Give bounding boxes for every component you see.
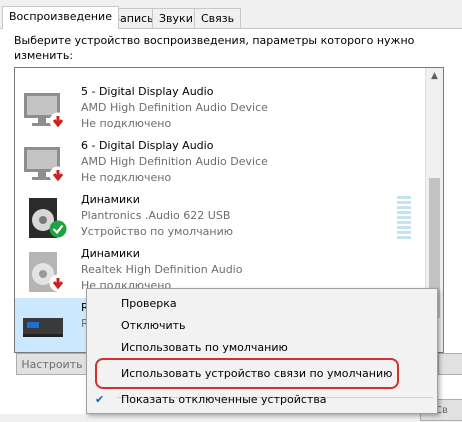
context-menu: Проверка Отключить Использовать по умолч…	[86, 288, 438, 414]
checkmark-icon: ✔	[95, 393, 105, 406]
menu-item-label: Показать отключенные устройства	[121, 393, 327, 406]
tab-communications[interactable]: Связь	[194, 8, 242, 28]
menu-item-label: Использовать по умолчанию	[121, 341, 288, 354]
device-item[interactable]: 5 - Digital Display Audio AMD High Defin…	[15, 82, 425, 136]
menu-item-disable[interactable]: Отключить	[87, 315, 437, 337]
disconnected-badge-icon	[49, 274, 67, 292]
tab-bar: Воспроизведение Запись Звуки Связь	[0, 0, 462, 29]
monitor-icon	[21, 67, 65, 78]
device-item[interactable]: Динамики Plantronics .Audio 622 USB Устр…	[15, 190, 425, 244]
menu-item-set-default[interactable]: Использовать по умолчанию	[87, 337, 437, 359]
configure-button[interactable]: Настроить	[16, 353, 88, 375]
menu-item-label: Проверка	[121, 297, 177, 310]
disconnected-badge-icon	[49, 166, 67, 184]
device-status: Не подключено	[81, 171, 172, 184]
default-button-partial[interactable]	[438, 353, 462, 375]
menu-item-label: Отключить	[121, 319, 186, 332]
device-status: Устройство по умолчанию	[81, 225, 234, 238]
device-item-partial	[15, 67, 425, 82]
highlight-ring	[95, 358, 399, 389]
tab-sounds[interactable]: Звуки	[152, 8, 200, 28]
device-driver: AMD High Definition Audio Device	[81, 101, 268, 114]
volume-level-meter	[397, 196, 411, 240]
scroll-up-arrow-icon[interactable]: ▲	[426, 68, 443, 85]
device-name: 5 - Digital Display Audio	[81, 85, 214, 98]
instruction-text: Выберите устройство воспроизведения, пар…	[14, 34, 415, 62]
device-name: Динамики	[81, 247, 140, 260]
device-item[interactable]: 6 - Digital Display Audio AMD High Defin…	[15, 136, 425, 190]
device-name: Динамики	[81, 193, 140, 206]
disconnected-badge-icon	[49, 112, 67, 130]
menu-item-show-disabled[interactable]: ✔ Показать отключенные устройства	[87, 389, 437, 411]
device-driver: Plantronics .Audio 622 USB	[81, 209, 231, 222]
menu-item-test[interactable]: Проверка	[87, 293, 437, 315]
receiver-icon	[23, 318, 63, 337]
default-check-badge-icon	[49, 220, 67, 238]
tab-playback[interactable]: Воспроизведение	[2, 6, 119, 29]
device-driver: AMD High Definition Audio Device	[81, 155, 268, 168]
device-driver: Realtek High Definition Audio	[81, 263, 243, 276]
device-status: Не подключено	[81, 117, 172, 130]
device-name: 6 - Digital Display Audio	[81, 139, 214, 152]
